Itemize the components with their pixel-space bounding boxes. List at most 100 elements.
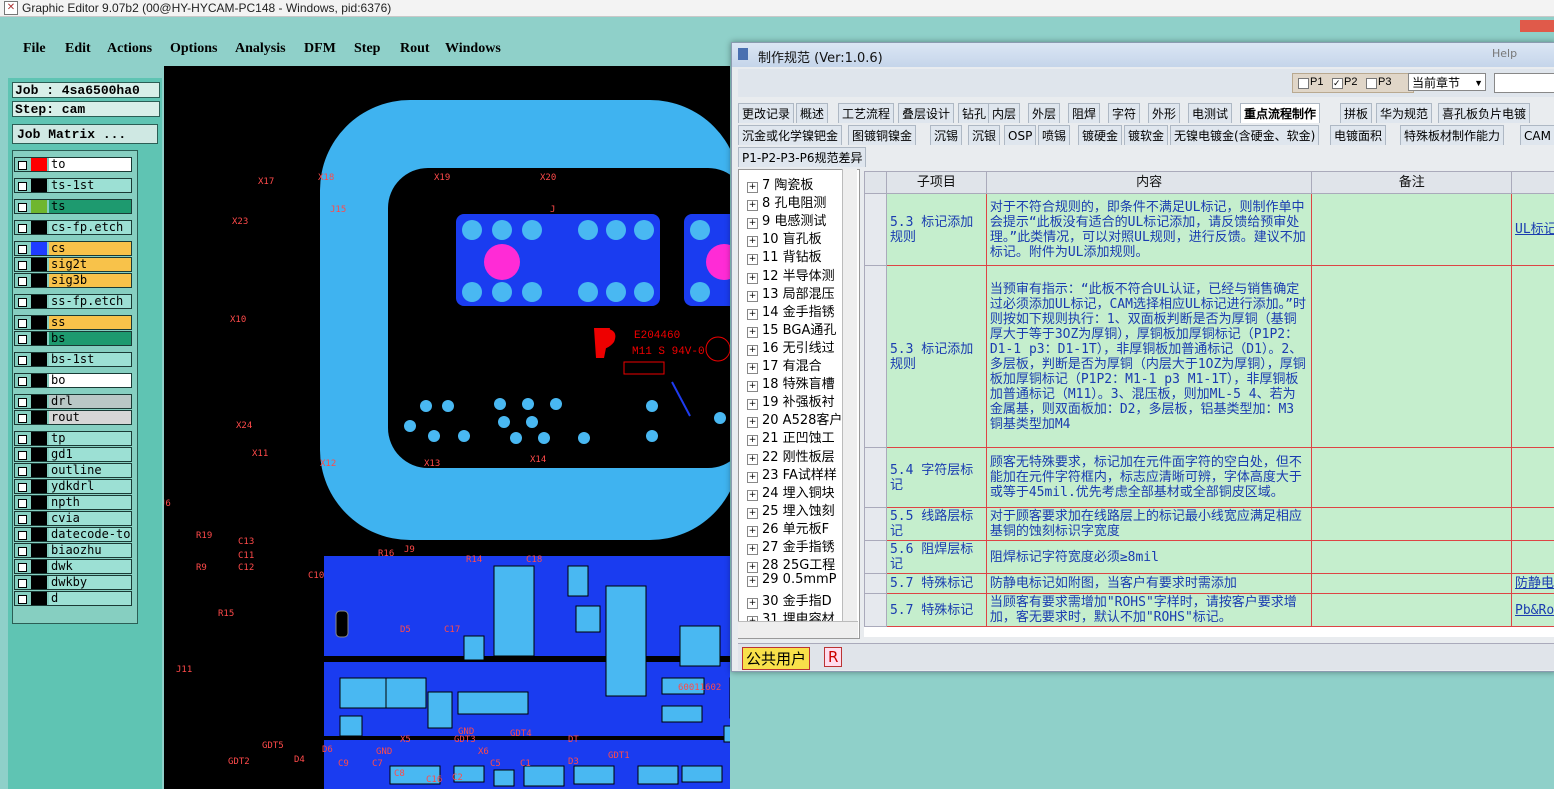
p2-checkbox[interactable]: ✓ [1332,78,1343,89]
layer-row-to[interactable]: to [14,157,132,172]
tree-item[interactable]: +19 补强板衬 [747,391,835,411]
layer-row-ts[interactable]: ts [14,199,132,214]
menu-rout[interactable]: Rout [400,41,430,57]
tab-tabs_row1-0[interactable]: 更改记录 [738,103,795,123]
search-input[interactable] [1494,73,1554,93]
tree-item[interactable]: +23 FA试样样 [747,464,837,483]
layer-color-swatch[interactable] [31,576,47,589]
tree-item[interactable]: +8 孔电阻测 [747,192,826,212]
layer-row-dwk[interactable]: dwk [14,559,132,574]
layer-color-swatch[interactable] [31,200,47,213]
expand-icon[interactable]: + [747,576,758,588]
tab-tabs_row3-0[interactable]: P1-P2-P3-P6规范差异 [738,147,867,167]
tab-tabs_row2-8[interactable]: 无镍电镀金(含硬金、软金) [1170,125,1320,145]
tab-tabs_row2-2[interactable]: 沉锡 [930,125,963,145]
layer-color-swatch[interactable] [31,432,47,445]
job-matrix-button[interactable]: Job Matrix ... [12,124,158,144]
tab-tabs_row2-10[interactable]: 特殊板材制作能力 [1400,125,1505,145]
cell-link[interactable] [1511,265,1554,448]
layer-color-swatch[interactable] [31,274,47,287]
layer-color-swatch[interactable] [31,332,47,345]
tree-item[interactable]: +29 0.5mmP [747,572,837,588]
menu-options[interactable]: Options [170,41,217,57]
row-selector[interactable] [864,265,887,448]
table-row[interactable]: 5.7 特殊标记 防静电标记如附图，当客户有要求时需添加 防静电 [864,573,1554,594]
layer-checkbox[interactable] [18,203,27,212]
layer-row-drl[interactable]: drl [14,394,132,409]
tree-item[interactable]: +13 局部混压 [747,283,835,302]
layer-checkbox[interactable] [18,335,27,344]
tree-item[interactable]: +16 无引线过 [747,337,835,356]
layer-color-swatch[interactable] [31,560,47,573]
row-selector[interactable] [864,507,887,541]
layer-checkbox[interactable] [18,579,27,588]
layer-row-tp[interactable]: tp [14,431,132,446]
layer-checkbox[interactable] [18,515,27,524]
tree-item[interactable]: +21 正凹蚀工 [747,427,835,447]
layer-color-swatch[interactable] [31,448,47,461]
tab-tabs_row1-2[interactable]: 工艺流程 [838,103,895,123]
tab-tabs_row2-6[interactable]: 镀硬金 [1078,125,1123,145]
tab-tabs_row1-5[interactable]: 内层 [988,103,1021,123]
p1-checkbox[interactable] [1298,78,1309,89]
menu-step[interactable]: Step [354,41,380,57]
layer-row-gd1[interactable]: gd1 [14,447,132,462]
tree-item[interactable]: +25 埋入蚀刻 [747,500,835,519]
tree-item[interactable]: +9 电感测试 [747,210,826,230]
tab-tabs_row2-9[interactable]: 电镀面积 [1330,125,1387,145]
layer-checkbox[interactable] [18,261,27,270]
table-row[interactable]: 5.6 阻焊层标记 阻焊标记字符宽度必须≥8mil [864,540,1554,574]
tab-tabs_row1-12[interactable]: 拼板 [1340,103,1373,123]
tab-tabs_row2-1[interactable]: 图镀铜镍金 [848,125,917,145]
layer-row-datecode-to[interactable]: datecode-to [14,527,132,542]
menu-actions[interactable]: Actions [107,41,152,57]
tree-item[interactable]: +20 A528客户 [747,409,842,429]
tab-tabs_row2-0[interactable]: 沉金或化学镍钯金 [738,125,843,145]
layer-row-rout[interactable]: rout [14,410,132,425]
layer-color-swatch[interactable] [31,411,47,424]
tab-tabs_row1-4[interactable]: 钻孔 [958,103,991,123]
layer-color-swatch[interactable] [31,295,47,308]
layer-checkbox[interactable] [18,414,27,423]
menu-analysis[interactable]: Analysis [235,41,286,57]
tree-scrollbar[interactable] [842,169,857,637]
tab-tabs_row1-7[interactable]: 阻焊 [1068,103,1101,123]
pcb-canvas[interactable]: E204460 M11 S 94V-0 X17 X18 X19 X20 X23 J15 J X… [164,66,730,789]
tab-tabs_row1-6[interactable]: 外层 [1028,103,1061,123]
layer-checkbox[interactable] [18,182,27,191]
menu-windows[interactable]: Windows [445,41,501,57]
table-row[interactable]: 5.4 字符层标记 顾客无特殊要求，标记加在元件面字符的空白处，但不能加在元件字符… [864,447,1554,508]
tree-item[interactable]: +11 背钻板 [747,246,822,266]
layer-checkbox[interactable] [18,319,27,328]
tree-item[interactable]: +15 BGA通孔 [747,319,836,338]
layer-row-cs[interactable]: cs [14,241,132,256]
layer-row-npth[interactable]: npth [14,495,132,510]
layer-color-swatch[interactable] [31,242,47,255]
layer-color-swatch[interactable] [31,496,47,509]
layer-color-swatch[interactable] [31,316,47,329]
layer-checkbox[interactable] [18,435,27,444]
tree-item[interactable]: +27 金手指锈 [747,536,835,555]
layer-color-swatch[interactable] [31,158,47,171]
layer-color-swatch[interactable] [31,528,47,541]
layer-color-swatch[interactable] [31,464,47,477]
layer-row-bs[interactable]: bs [14,331,132,346]
layer-row-d[interactable]: d [14,591,132,606]
menu-edit[interactable]: Edit [65,41,91,57]
cell-link[interactable]: Pb&Ro [1511,593,1554,627]
layer-color-swatch[interactable] [31,544,47,557]
tab-tabs_row1-13[interactable]: 华为规范 [1376,103,1433,123]
layer-row-bs-1st[interactable]: bs-1st [14,352,132,367]
layer-color-swatch[interactable] [31,353,47,366]
tab-tabs_row1-3[interactable]: 叠层设计 [898,103,955,123]
table-row[interactable]: 5.3 标记添加规则 对于不符合规则的，即条件不满足UL标记，则制作单中会提示“此… [864,193,1554,266]
layer-checkbox[interactable] [18,531,27,540]
cell-link[interactable] [1511,540,1554,574]
tree-item[interactable]: +18 特殊盲槽 [747,373,835,393]
close-icon[interactable] [1520,20,1554,32]
tree-item[interactable]: +14 金手指锈 [747,301,835,320]
layer-row-ts-1st[interactable]: ts-1st [14,178,132,193]
tab-tabs_row1-11[interactable]: 重点流程制作 [1240,103,1321,123]
layer-checkbox[interactable] [18,398,27,407]
tab-tabs_row1-9[interactable]: 外形 [1148,103,1181,123]
